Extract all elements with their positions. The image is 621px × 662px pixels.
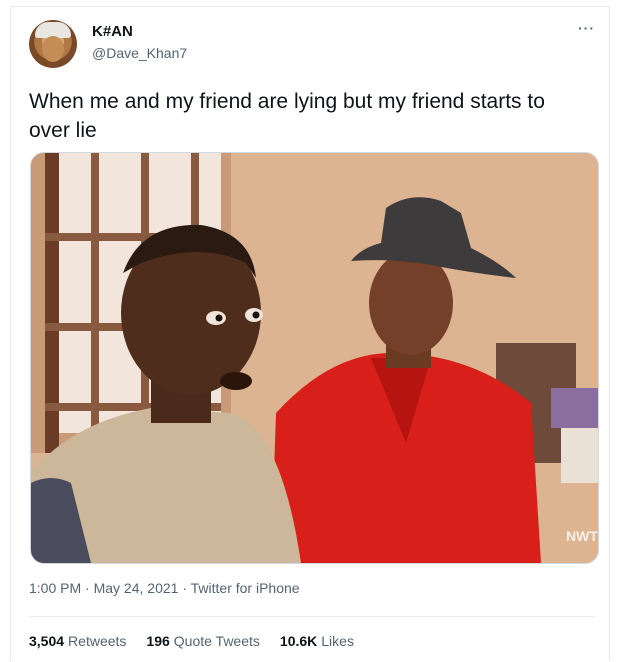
more-options-icon[interactable]: ···	[578, 21, 595, 35]
avatar-face-shape	[42, 36, 64, 62]
retweets-stat[interactable]: 3,504 Retweets	[29, 633, 126, 649]
meme-photo: NWT	[31, 153, 598, 563]
likes-label: Likes	[321, 633, 354, 649]
tweet-date[interactable]: May 24, 2021	[94, 580, 179, 596]
tweet-card: K#AN @Dave_Khan7 ··· When me and my frie…	[10, 6, 610, 661]
meta-separator: ·	[178, 580, 191, 596]
likes-stat[interactable]: 10.6K Likes	[280, 633, 354, 649]
tweet-image[interactable]: NWT	[30, 152, 599, 564]
retweets-count: 3,504	[29, 633, 65, 649]
quote-tweets-count: 196	[146, 633, 170, 649]
tweet-meta: 1:00 PM · May 24, 2021 · Twitter for iPh…	[29, 580, 300, 596]
likes-count: 10.6K	[279, 633, 318, 649]
tweet-text: When me and my friend are lying but my f…	[29, 90, 545, 142]
display-name[interactable]: K#AN	[92, 23, 133, 40]
tweet-stats: 3,504 Retweets 196 Quote Tweets 10.6K Likes	[29, 633, 354, 649]
user-handle[interactable]: @Dave_Khan7	[92, 45, 187, 61]
watermark-text: NWT	[566, 528, 598, 544]
tweet-source[interactable]: Twitter for iPhone	[191, 580, 300, 596]
retweets-label: Retweets	[68, 633, 127, 649]
quote-tweets-label: Quote Tweets	[173, 633, 260, 649]
divider	[29, 616, 595, 617]
quote-tweets-stat[interactable]: 196 Quote Tweets	[146, 633, 260, 649]
tweet-time[interactable]: 1:00 PM	[29, 580, 81, 596]
meta-separator: ·	[81, 580, 94, 596]
avatar[interactable]	[29, 20, 77, 68]
